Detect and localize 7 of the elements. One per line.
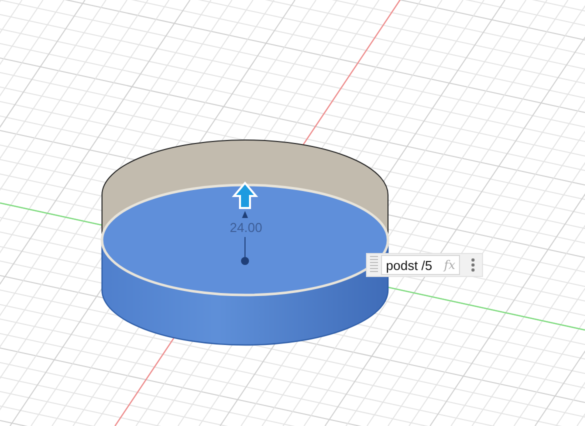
- expression-field[interactable]: podst /5 fx: [381, 255, 460, 275]
- drag-handle[interactable]: [370, 256, 378, 274]
- more-options-icon: [471, 258, 476, 272]
- dimension-label: 24.00: [230, 220, 262, 235]
- fx-label: fx: [444, 258, 456, 272]
- expression-input[interactable]: podst /5: [386, 258, 438, 272]
- drag-arrow-icon[interactable]: [232, 181, 258, 209]
